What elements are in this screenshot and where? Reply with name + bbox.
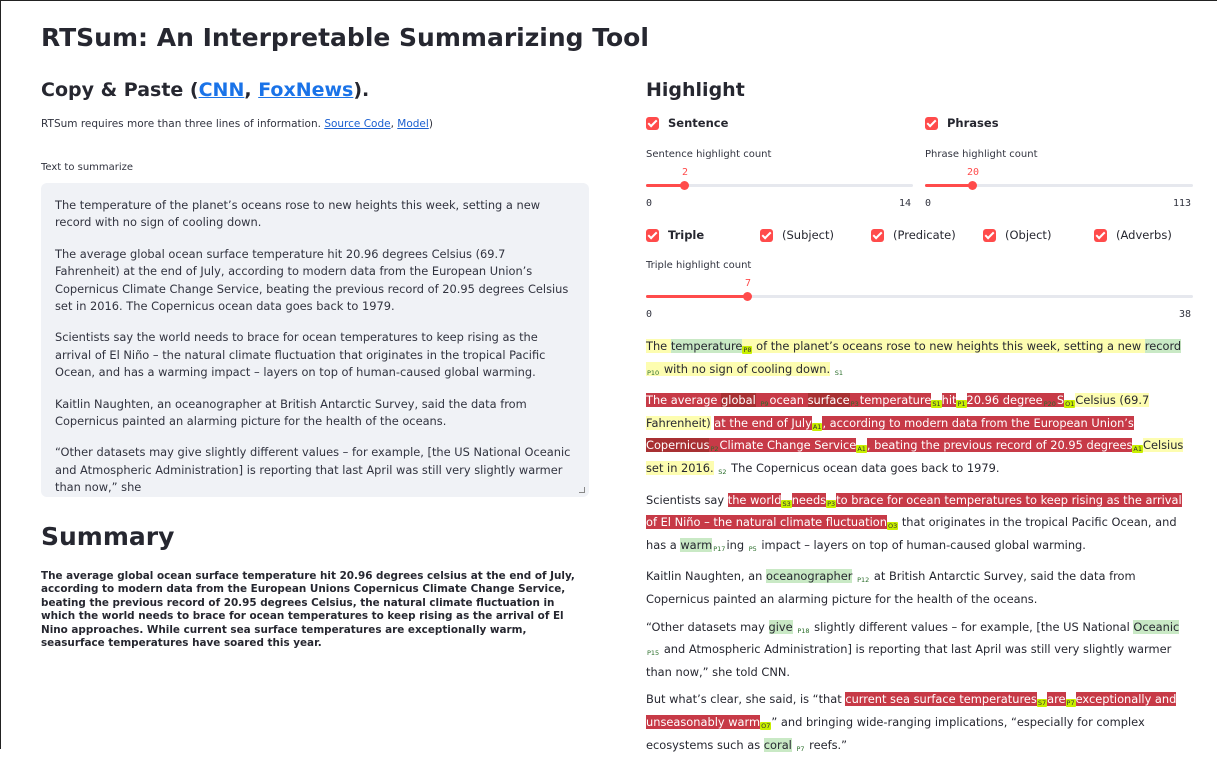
input-paragraph: “Other datasets may give slightly differ… (55, 445, 571, 495)
checkbox-checked-icon (646, 116, 659, 130)
sentence-slider-value: 2 (682, 167, 689, 178)
subject-checkbox[interactable]: (Subject) (760, 228, 834, 242)
sentence-slider-label: Sentence highlight count (646, 149, 772, 160)
triple-slider-min: 0 (646, 309, 653, 320)
sentence-slider-min: 0 (646, 198, 653, 209)
resize-handle[interactable] (579, 487, 585, 493)
subject-checkbox-label: (Subject) (782, 228, 834, 242)
link-separator: , (244, 79, 259, 101)
input-paragraph: The average global ocean surface tempera… (55, 246, 569, 314)
phrase-slider-label: Phrase highlight count (925, 149, 1038, 160)
phrases-checkbox-label: Phrases (947, 116, 999, 130)
adverbs-checkbox[interactable]: (Adverbs) (1094, 228, 1172, 242)
slider-thumb[interactable] (743, 292, 752, 301)
text-to-summarize-input[interactable]: The temperature of the planet’s oceans r… (41, 183, 589, 497)
checkbox-checked-icon (871, 228, 884, 242)
page-title: RTSum: An Interpretable Summarizing Tool (41, 23, 649, 52)
summary-text: The average global ocean surface tempera… (41, 570, 575, 650)
copy-paste-heading: Copy & Paste (CNN, FoxNews). (41, 79, 369, 101)
checkbox-checked-icon (925, 116, 938, 130)
object-checkbox[interactable]: (Object) (983, 228, 1051, 242)
info-suffix: ) (428, 118, 433, 130)
copy-heading-suffix: ). (353, 79, 370, 101)
info-text: RTSum requires more than three lines of … (41, 118, 325, 130)
input-paragraph: Scientists say the world needs to brace … (55, 330, 546, 380)
highlight-paragraph: “Other datasets may give P18 slightly di… (646, 619, 1180, 679)
triple-slider-value: 7 (745, 278, 752, 289)
phrase-slider-value: 20 (967, 167, 980, 178)
slider-thumb[interactable] (680, 181, 689, 190)
sentence-checkbox-label: Sentence (668, 116, 729, 130)
highlight-paragraph: Scientists say the worldS3needsP3to brac… (646, 492, 1182, 553)
highlight-paragraph: But what’s clear, she said, is “that cur… (646, 692, 1177, 753)
triple-checkbox-label: Triple (668, 228, 705, 242)
input-paragraph: The temperature of the planet’s oceans r… (55, 198, 541, 230)
cnn-link[interactable]: CNN (199, 79, 245, 101)
model-link[interactable]: Model (397, 118, 429, 130)
predicate-checkbox-label: (Predicate) (893, 228, 956, 242)
highlighted-output: The temperatureP8 of the planet’s oceans… (646, 337, 1193, 767)
triple-slider-max: 38 (1179, 309, 1192, 320)
checkbox-checked-icon (646, 228, 659, 242)
highlight-heading: Highlight (646, 79, 745, 101)
info-line: RTSum requires more than three lines of … (41, 118, 433, 130)
checkbox-checked-icon (760, 228, 773, 242)
checkbox-checked-icon (1094, 228, 1107, 242)
textarea-label: Text to summarize (41, 162, 134, 173)
copy-heading-prefix: Copy & Paste ( (41, 79, 199, 101)
adverbs-checkbox-label: (Adverbs) (1116, 228, 1172, 242)
slider-fill (925, 184, 972, 187)
foxnews-link[interactable]: FoxNews (258, 79, 353, 101)
phrase-slider-min: 0 (925, 198, 932, 209)
input-paragraph: Kaitlin Naughten, an oceanographer at Br… (55, 396, 527, 429)
phrase-slider[interactable] (925, 181, 1193, 190)
sentence-slider-max: 14 (899, 198, 912, 209)
phrase-slider-max: 113 (1173, 198, 1192, 209)
predicate-checkbox[interactable]: (Predicate) (871, 228, 956, 242)
highlight-paragraph: The average global P9ocean surfaceP3temp… (646, 393, 1184, 476)
phrases-checkbox[interactable]: Phrases (925, 116, 999, 130)
triple-slider[interactable] (646, 292, 1193, 301)
checkbox-checked-icon (983, 228, 996, 242)
highlight-paragraph: Kaitlin Naughten, an oceanographer P12 a… (646, 569, 1136, 606)
sentence-checkbox[interactable]: Sentence (646, 116, 728, 130)
triple-checkbox[interactable]: Triple (646, 228, 704, 242)
slider-thumb[interactable] (968, 181, 977, 190)
triple-slider-label: Triple highlight count (646, 260, 752, 271)
source-code-link[interactable]: Source Code (324, 118, 390, 130)
app-page: { "app": { "title": "RTSum: An Interpret… (0, 0, 1217, 753)
highlight-paragraph: The temperatureP8 of the planet’s oceans… (646, 339, 1182, 377)
object-checkbox-label: (Object) (1005, 228, 1052, 242)
slider-fill (646, 295, 747, 298)
sentence-slider[interactable] (646, 181, 913, 190)
summary-heading: Summary (41, 522, 175, 551)
slider-fill (646, 184, 684, 187)
